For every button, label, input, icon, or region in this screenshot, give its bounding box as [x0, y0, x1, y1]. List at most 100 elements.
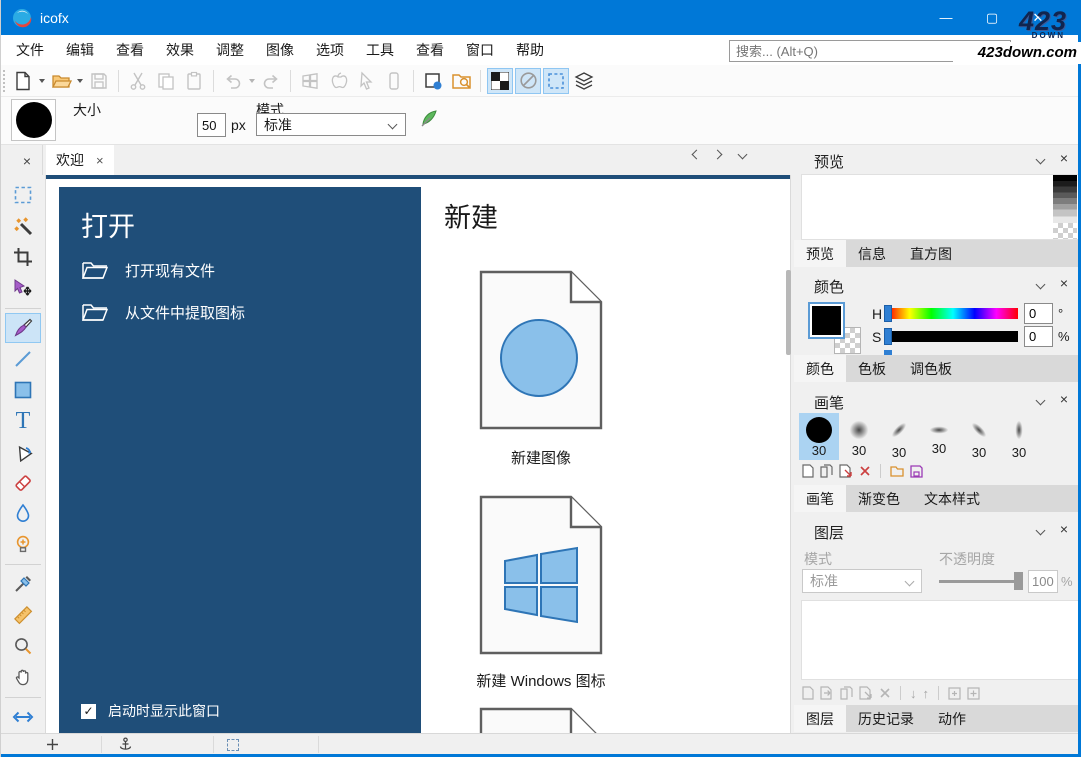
layers-close-icon[interactable]: × — [1060, 521, 1068, 537]
macos-icon-button[interactable] — [325, 68, 351, 94]
resize-tool[interactable] — [5, 702, 41, 732]
new-image-button[interactable] — [420, 68, 446, 94]
menu-view[interactable]: 查看 — [105, 35, 155, 65]
eraser-tool[interactable] — [5, 468, 41, 498]
transparency-grid-toggle[interactable] — [487, 68, 513, 94]
new-document-dropdown[interactable] — [37, 68, 47, 94]
matte-toggle[interactable] — [515, 68, 541, 94]
tab-scroll-right-icon[interactable] — [713, 150, 723, 160]
size-value-input[interactable] — [197, 113, 226, 137]
menu-window[interactable]: 窗口 — [455, 35, 505, 65]
undo-dropdown[interactable] — [247, 68, 257, 94]
brush-item[interactable]: 30 — [999, 413, 1039, 460]
move-selection-tool[interactable] — [5, 273, 41, 303]
open-button[interactable] — [48, 68, 74, 94]
new-image-card[interactable] — [479, 270, 603, 430]
paintbrush-tool[interactable] — [5, 313, 41, 343]
startup-checkbox[interactable]: ✓ — [81, 704, 96, 719]
merge-down-icon[interactable] — [948, 687, 961, 700]
tab-palette[interactable]: 调色板 — [898, 355, 964, 382]
phone-icon-button[interactable] — [381, 68, 407, 94]
tab-close-icon[interactable]: × — [96, 153, 104, 168]
foreground-color-swatch[interactable] — [808, 302, 845, 339]
color-collapse-icon[interactable] — [1036, 280, 1046, 290]
menu-options[interactable]: 选项 — [305, 35, 355, 65]
tab-histogram[interactable]: 直方图 — [898, 240, 964, 267]
ruler-tool[interactable] — [5, 600, 41, 630]
layer-opacity-input[interactable] — [1028, 570, 1058, 593]
fill-tool[interactable] — [5, 437, 41, 467]
layer-mode-dropdown[interactable]: 标准 — [802, 569, 922, 593]
menu-effects[interactable]: 效果 — [155, 35, 205, 65]
import-layer-icon[interactable] — [820, 686, 834, 700]
tab-info[interactable]: 信息 — [846, 240, 898, 267]
export-layer-icon[interactable] — [859, 686, 873, 700]
menu-help[interactable]: 帮助 — [505, 35, 555, 65]
new-brush-icon[interactable] — [802, 464, 814, 478]
preview-close-icon[interactable]: × — [1060, 150, 1068, 166]
flatten-icon[interactable] — [967, 687, 980, 700]
saturation-slider-handle[interactable] — [884, 328, 892, 345]
save-brushes-icon[interactable] — [910, 465, 923, 478]
windows-icon-button[interactable] — [297, 68, 323, 94]
extract-from-file-link[interactable]: 从文件中提取图标 — [81, 301, 245, 323]
hue-slider[interactable] — [888, 308, 1018, 319]
menu-view2[interactable]: 查看 — [405, 35, 455, 65]
pan-tool[interactable] — [5, 662, 41, 692]
brush-item-selected[interactable]: 30 — [799, 413, 839, 460]
zoom-tool[interactable] — [5, 631, 41, 661]
brush-item[interactable]: 30 — [919, 413, 959, 460]
menu-adjust[interactable]: 调整 — [205, 35, 255, 65]
paste-button[interactable] — [181, 68, 207, 94]
opacity-slider-thumb[interactable] — [1014, 572, 1023, 590]
duplicate-brush-icon[interactable] — [820, 464, 833, 478]
open-existing-file-link[interactable]: 打开现有文件 — [81, 259, 215, 281]
lighten-tool[interactable] — [5, 529, 41, 559]
tab-list-dropdown-icon[interactable] — [738, 150, 748, 160]
menu-file[interactable]: 文件 — [5, 35, 55, 65]
preview-collapse-icon[interactable] — [1036, 155, 1046, 165]
delete-layer-icon[interactable] — [879, 687, 891, 699]
duplicate-layer-icon[interactable] — [840, 686, 853, 700]
brush-item[interactable]: 30 — [879, 413, 919, 460]
tab-color[interactable]: 颜色 — [794, 355, 846, 382]
magic-wand-tool[interactable] — [5, 211, 41, 241]
new-layer-icon[interactable] — [802, 686, 814, 700]
move-layer-down-icon[interactable]: ↓ — [910, 686, 917, 701]
tab-actions[interactable]: 动作 — [926, 705, 978, 732]
color-close-icon[interactable]: × — [1060, 275, 1068, 291]
welcome-scrollbar[interactable] — [786, 270, 791, 355]
tab-text-style[interactable]: 文本样式 — [912, 485, 992, 512]
tab-welcome[interactable]: 欢迎 × — [46, 145, 114, 175]
brush-item[interactable]: 30 — [959, 413, 999, 460]
selection-visibility-toggle[interactable] — [543, 68, 569, 94]
menu-image[interactable]: 图像 — [255, 35, 305, 65]
tab-history[interactable]: 历史记录 — [846, 705, 926, 732]
layer-opacity-slider[interactable] — [939, 571, 1023, 591]
blur-tool[interactable] — [5, 499, 41, 529]
color-picker-tool[interactable] — [5, 569, 41, 599]
extract-icon-button[interactable] — [448, 68, 474, 94]
menu-edit[interactable]: 编辑 — [55, 35, 105, 65]
cursor-icon-button[interactable] — [353, 68, 379, 94]
brush-item[interactable]: 30 — [839, 413, 879, 460]
delete-brush-icon[interactable] — [859, 465, 871, 477]
new-item-card-partial[interactable] — [479, 707, 603, 733]
hue-value-input[interactable] — [1024, 303, 1053, 324]
rect-select-tool[interactable] — [5, 180, 41, 210]
layers-visibility-button[interactable] — [571, 68, 597, 94]
open-dropdown[interactable] — [75, 68, 85, 94]
new-windows-icon-card[interactable] — [479, 495, 603, 655]
tab-scroll-left-icon[interactable] — [692, 150, 702, 160]
tab-brush[interactable]: 画笔 — [794, 485, 846, 512]
tab-preview[interactable]: 预览 — [794, 240, 846, 267]
copy-button[interactable] — [153, 68, 179, 94]
move-layer-up-icon[interactable]: ↑ — [923, 686, 930, 701]
mode-dropdown[interactable]: 标准 — [256, 113, 406, 136]
brush-close-icon[interactable]: × — [1060, 391, 1068, 407]
tab-swatches[interactable]: 色板 — [846, 355, 898, 382]
load-brushes-icon[interactable] — [890, 465, 904, 477]
new-document-button[interactable] — [10, 68, 36, 94]
saturation-value-input[interactable] — [1024, 326, 1053, 347]
rectangle-tool[interactable] — [5, 375, 41, 405]
